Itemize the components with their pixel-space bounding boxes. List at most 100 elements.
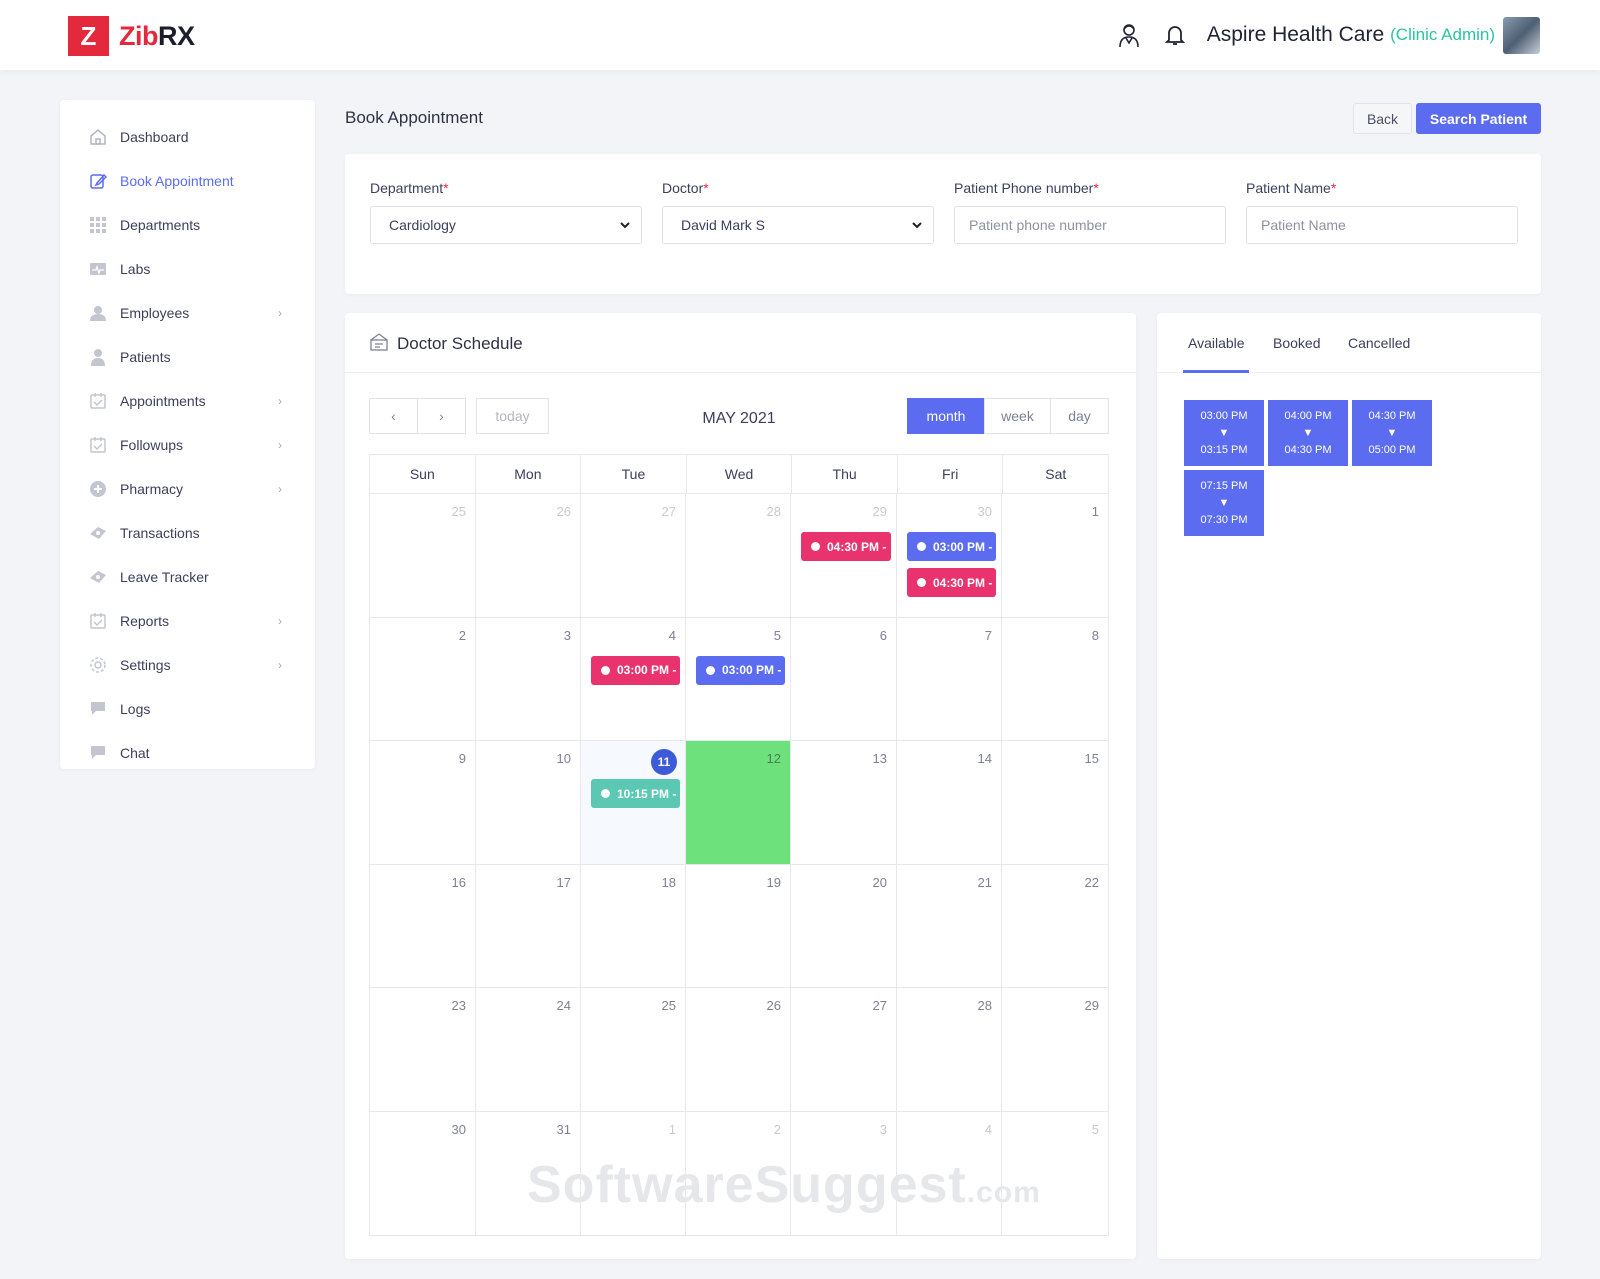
calendar-day[interactable]: 25 [581, 988, 686, 1112]
plus-circle-icon [88, 479, 108, 499]
watermark: SoftwareSuggest.com [527, 1156, 1041, 1214]
sidebar-item-employees[interactable]: Employees › [60, 293, 315, 333]
sidebar-item-chat[interactable]: Chat [60, 733, 315, 773]
sidebar-item-book-appointment[interactable]: Book Appointment [60, 161, 315, 201]
calendar-day[interactable]: 28 [686, 494, 791, 618]
name-label: Patient Name* [1246, 180, 1337, 196]
time-slot[interactable]: 04:30 PM ▼ 05:00 PM [1352, 400, 1432, 466]
view-month-button[interactable]: month [907, 398, 985, 434]
sidebar-label: Transactions [120, 525, 200, 541]
calendar-day[interactable]: 24 [476, 988, 581, 1112]
calendar-event[interactable]: 03:00 PM - [591, 655, 680, 685]
logo-prefix: Zib [119, 20, 159, 51]
avatar[interactable] [1503, 16, 1540, 54]
calendar-day[interactable]: 22 [1002, 865, 1108, 988]
calendar-day[interactable]: 17 [476, 864, 581, 988]
sidebar-item-reports[interactable]: Reports › [60, 601, 315, 641]
calendar-day[interactable]: 29 [1002, 988, 1108, 1112]
day-number: 25 [661, 998, 676, 1013]
calendar-day[interactable]: 21 [897, 864, 1002, 988]
logo-suffix: RX [158, 20, 195, 51]
calendar-day[interactable]: 28 [897, 988, 1002, 1112]
calendar-day[interactable]: 20 [791, 864, 897, 988]
event-label: 03:00 PM - [933, 539, 993, 554]
back-button[interactable]: Back [1353, 103, 1412, 134]
calendar-day[interactable]: 14 [897, 741, 1002, 865]
calendar-day[interactable]: 9 [370, 741, 476, 865]
phone-input[interactable]: Patient phone number [954, 206, 1226, 244]
calendar-day[interactable]: 8 [1002, 618, 1108, 741]
arrow-down-icon: ▼ [1386, 426, 1398, 439]
calendar-event[interactable]: 04:30 PM - [907, 568, 996, 597]
tab-cancelled[interactable]: Cancelled [1348, 335, 1410, 351]
sidebar-item-dashboard[interactable]: Dashboard [60, 117, 315, 157]
calendar-day[interactable]: 16 [370, 864, 476, 988]
sidebar-label: Reports [120, 613, 170, 629]
event-dot-icon [811, 542, 820, 551]
calendar-day[interactable]: 18 [581, 864, 686, 988]
search-patient-button[interactable]: Search Patient [1416, 103, 1541, 134]
sidebar-item-appointments[interactable]: Appointments › [60, 381, 315, 421]
slot-start-time: 04:30 PM [1368, 409, 1416, 422]
calendar-day[interactable]: 6 [791, 617, 897, 741]
calendar-day[interactable]: 30 [370, 1111, 476, 1235]
calendar-day[interactable]: 27 [791, 988, 897, 1112]
tab-available[interactable]: Available [1188, 335, 1245, 351]
sidebar-item-settings[interactable]: Settings › [60, 645, 315, 685]
lab-icon [88, 259, 108, 279]
department-select[interactable]: Cardiology [370, 206, 642, 244]
sidebar-item-leave-tracker[interactable]: Leave Tracker [60, 557, 315, 597]
patient-name-input[interactable]: Patient Name [1246, 206, 1518, 244]
doctor-icon[interactable] [1115, 21, 1143, 49]
calendar-day[interactable]: 10 [476, 741, 581, 865]
sidebar-item-transactions[interactable]: Transactions [60, 513, 315, 553]
day-number: 18 [661, 874, 676, 890]
calendar-day[interactable]: 7 [897, 617, 1002, 741]
day-number: 28 [977, 998, 992, 1013]
calendar-event[interactable]: 03:00 PM - [696, 655, 785, 685]
view-week-button[interactable]: week [984, 398, 1051, 434]
chevron-down-icon [911, 218, 923, 234]
calendar-day[interactable]: 1 [1002, 494, 1108, 618]
calendar-day[interactable]: 13 [791, 741, 897, 865]
time-slot[interactable]: 04:00 PM ▼ 04:30 PM [1268, 400, 1348, 466]
calendar-day[interactable]: 25 [370, 494, 476, 618]
slot-end-time: 04:30 PM [1284, 443, 1332, 456]
bell-icon[interactable] [1161, 21, 1189, 49]
chevron-right-icon: › [278, 614, 282, 628]
logo[interactable]: Z ZibRX [68, 16, 195, 56]
event-label: 10:15 PM - 1 [617, 786, 680, 801]
sidebar-item-labs[interactable]: Labs [60, 249, 315, 289]
sidebar-label: Dashboard [120, 129, 189, 145]
calendar-day[interactable]: 19 [686, 864, 791, 988]
view-day-button[interactable]: day [1050, 398, 1109, 434]
sidebar-item-departments[interactable]: Departments [60, 205, 315, 245]
event-dot-icon [601, 665, 610, 675]
calendar-event[interactable]: 04:30 PM - [801, 532, 891, 561]
calendar-day[interactable]: 3 [476, 617, 581, 741]
calendar-event[interactable]: 10:15 PM - 1 [591, 779, 680, 808]
arrow-down-icon: ▼ [1218, 496, 1230, 509]
users-icon [88, 303, 108, 323]
sidebar-item-patients[interactable]: Patients [60, 337, 315, 377]
calendar-day[interactable]: 2 [370, 617, 476, 741]
calendar-day[interactable]: 26 [476, 494, 581, 618]
calendar-day[interactable]: 15 [1002, 741, 1108, 865]
sidebar-item-pharmacy[interactable]: Pharmacy › [60, 469, 315, 509]
tab-booked[interactable]: Booked [1273, 335, 1320, 351]
logo-mark: Z [68, 16, 109, 56]
time-slot[interactable]: 07:15 PM ▼ 07:30 PM [1184, 470, 1264, 536]
calendar-check-icon [88, 435, 108, 455]
edit-icon [88, 171, 108, 191]
doctor-select[interactable]: David Mark S [662, 206, 934, 244]
day-number: 9 [458, 751, 466, 766]
calendar-day[interactable]: 26 [686, 988, 791, 1112]
calendar-event[interactable]: 03:00 PM - [907, 532, 996, 561]
sidebar-item-logs[interactable]: Logs [60, 689, 315, 729]
calendar-day[interactable]: 27 [581, 494, 686, 618]
chevron-right-icon: › [278, 438, 282, 452]
time-slot[interactable]: 03:00 PM ▼ 03:15 PM [1184, 400, 1264, 466]
calendar-day[interactable]: 23 [370, 988, 476, 1112]
sidebar-item-followups[interactable]: Followups › [60, 425, 315, 465]
calendar-day[interactable]: 12 [686, 741, 791, 865]
